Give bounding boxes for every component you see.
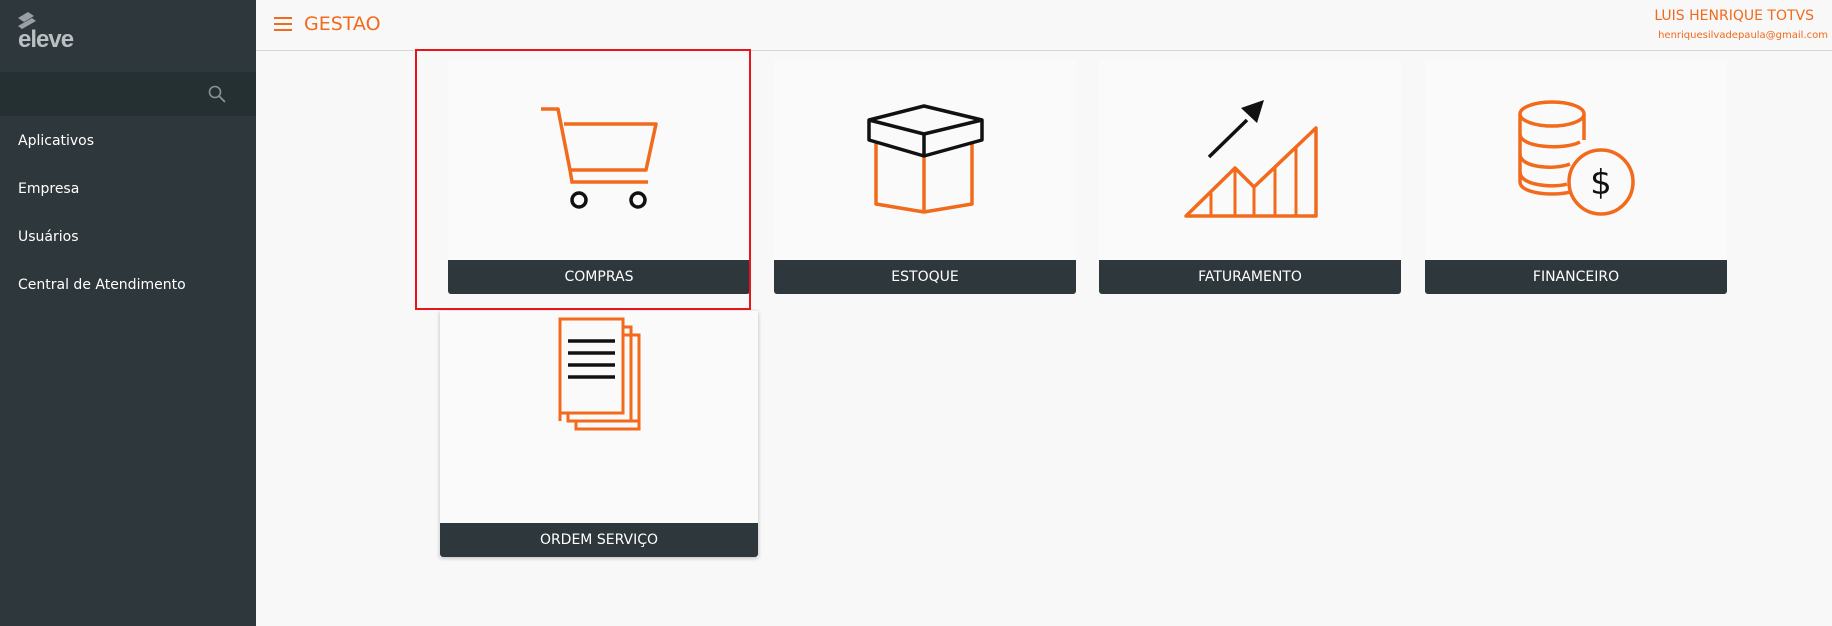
card-compras[interactable]: COMPRAS bbox=[448, 60, 750, 294]
card-label-compras: COMPRAS bbox=[448, 260, 750, 294]
growth-chart-icon bbox=[1184, 100, 1318, 218]
svg-text:$: $ bbox=[1590, 163, 1612, 203]
search-icon[interactable] bbox=[208, 85, 226, 103]
user-email: henriquesilvadepaula@gmail.com bbox=[1658, 30, 1828, 41]
card-label-financeiro: FINANCEIRO bbox=[1425, 260, 1727, 294]
hamburger-menu-icon[interactable] bbox=[274, 17, 292, 31]
page-title: GESTAO bbox=[304, 13, 381, 35]
logo-text: eleve bbox=[18, 26, 74, 53]
card-financeiro[interactable]: $ FINANCEIRO bbox=[1425, 60, 1727, 294]
card-estoque[interactable]: ESTOQUE bbox=[774, 60, 1076, 294]
top-header: GESTAO LUIS HENRIQUE TOTVS henriquesilva… bbox=[256, 0, 1832, 51]
card-label-estoque: ESTOQUE bbox=[774, 260, 1076, 294]
card-ordem-servico[interactable]: ORDEM SERVIÇO bbox=[440, 311, 758, 557]
card-label-ordem-servico: ORDEM SERVIÇO bbox=[440, 523, 758, 557]
card-label-faturamento: FATURAMENTO bbox=[1099, 260, 1401, 294]
sidebar-item-aplicativos[interactable]: Aplicativos bbox=[18, 133, 94, 149]
shopping-cart-icon bbox=[541, 107, 658, 209]
sidebar-item-empresa[interactable]: Empresa bbox=[18, 181, 79, 197]
sidebar-item-usuarios[interactable]: Usuários bbox=[18, 229, 79, 245]
sidebar: eleve Aplicativos Empresa Usuários Centr… bbox=[0, 0, 256, 626]
user-name[interactable]: LUIS HENRIQUE TOTVS bbox=[1654, 8, 1814, 24]
box-icon bbox=[867, 104, 984, 214]
sidebar-search[interactable] bbox=[0, 72, 256, 116]
documents-icon bbox=[558, 317, 641, 431]
sidebar-item-central-atendimento[interactable]: Central de Atendimento bbox=[18, 277, 186, 293]
coins-dollar-icon: $ bbox=[1518, 100, 1635, 216]
card-faturamento[interactable]: FATURAMENTO bbox=[1099, 60, 1401, 294]
